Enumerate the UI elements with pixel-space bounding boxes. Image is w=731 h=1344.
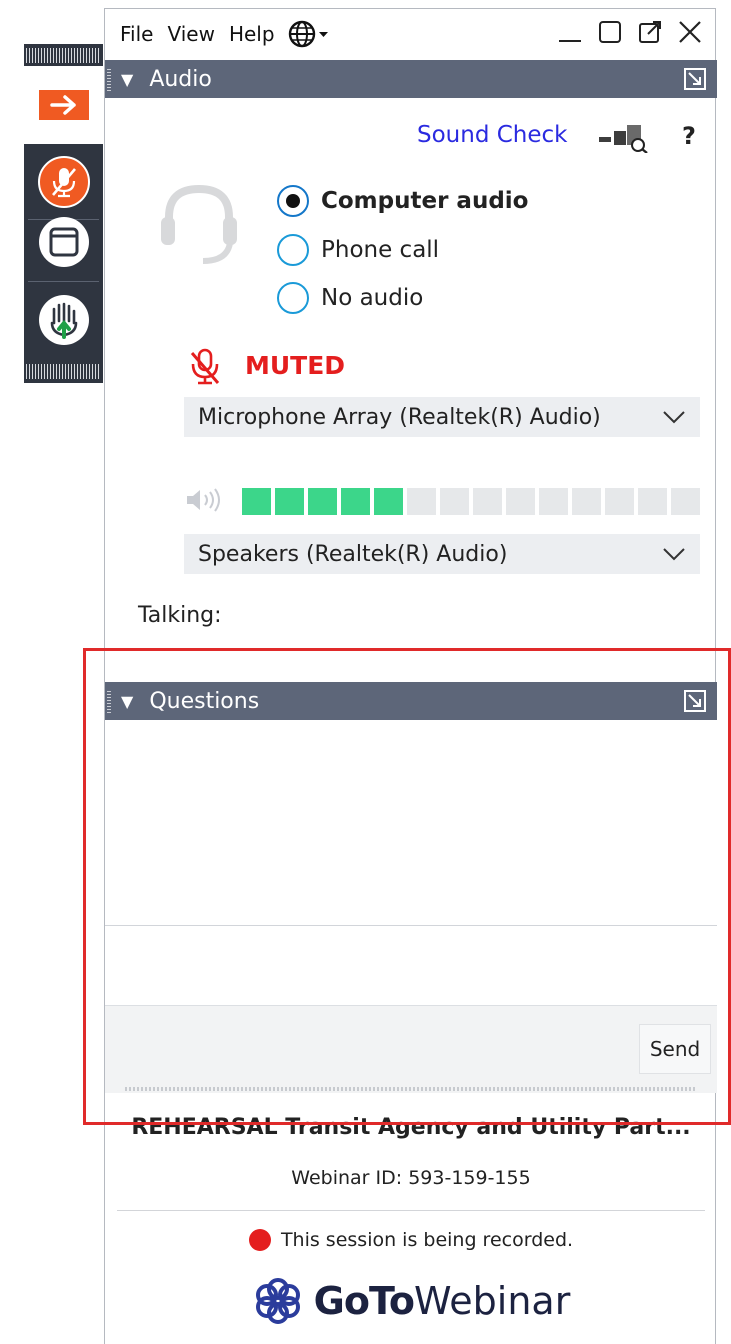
globe-icon (288, 20, 328, 48)
recording-notice-text: This session is being recorded. (280, 1229, 574, 1251)
audio-settings-icon[interactable] (597, 123, 653, 153)
meter-bar (638, 488, 667, 515)
computer-audio-label: Computer audio (321, 188, 529, 214)
speaker-volume-icon (187, 488, 220, 512)
screen-view-button[interactable] (24, 204, 103, 279)
meter-bar (572, 488, 601, 515)
help-icon[interactable]: ? (682, 122, 696, 150)
popout-panel-icon[interactable] (683, 67, 707, 91)
meter-bar (539, 488, 568, 515)
goto-flower-logo-icon (255, 1278, 300, 1324)
brand-webinar: Webinar (413, 1279, 571, 1323)
webinar-id: Webinar ID: 593-159-155 (291, 1167, 531, 1189)
recording-dot-icon (248, 1229, 271, 1251)
brand-goto: GoTo (313, 1279, 415, 1323)
audio-panel-title: Audio (149, 66, 212, 92)
radio-button[interactable] (277, 234, 309, 266)
strip-grip-bottom[interactable] (26, 364, 101, 379)
menu-bar: File View Help (105, 9, 715, 59)
close-icon[interactable] (677, 19, 703, 45)
microphone-select[interactable]: Microphone Array (Realtek(R) Audio) (184, 397, 700, 437)
popout-icon[interactable] (637, 19, 663, 45)
control-panel-strip (24, 44, 103, 383)
meter-bar (506, 488, 535, 515)
meter-bar-active (275, 488, 304, 515)
sound-check-link[interactable]: Sound Check (417, 122, 568, 148)
computer-audio-option[interactable]: Computer audio (277, 185, 528, 217)
highlight-box (83, 648, 731, 1125)
no-audio-label: No audio (321, 285, 424, 311)
strip-grip-top[interactable] (26, 48, 101, 63)
chevron-down-icon (663, 411, 685, 424)
phone-call-option[interactable]: Phone call (277, 234, 439, 266)
meter-bar (671, 488, 700, 515)
meter-bar-active (308, 488, 337, 515)
language-menu-button[interactable] (288, 20, 336, 48)
meter-bar (473, 488, 502, 515)
talking-label: Talking: (138, 603, 222, 628)
meter-bar (440, 488, 469, 515)
radio-button[interactable] (277, 282, 309, 314)
speakers-select[interactable]: Speakers (Realtek(R) Audio) (184, 534, 700, 574)
chevron-down-icon (663, 548, 685, 561)
radio-button-selected[interactable] (277, 185, 309, 217)
speakers-select-value: Speakers (Realtek(R) Audio) (198, 541, 508, 567)
meter-bar (605, 488, 634, 515)
footer-divider (117, 1210, 705, 1211)
menu-file[interactable]: File (113, 22, 160, 46)
raise-hand-icon (38, 294, 89, 345)
arrow-right-icon (38, 90, 89, 120)
menu-view[interactable]: View (160, 22, 221, 46)
drag-handle[interactable] (107, 67, 111, 91)
microphone-select-value: Microphone Array (Realtek(R) Audio) (198, 404, 601, 430)
meter-bar-active (374, 488, 403, 515)
muted-label: MUTED (245, 351, 346, 380)
raise-hand-button[interactable] (24, 282, 103, 357)
maximize-icon[interactable] (597, 19, 623, 45)
minimize-icon[interactable] (557, 19, 583, 45)
muted-microphone-icon (37, 155, 90, 208)
gotowebinar-logo: GoTo Webinar (105, 1275, 717, 1327)
headset-icon (161, 184, 237, 264)
recording-notice: This session is being recorded. (105, 1229, 717, 1251)
meter-bar-active (341, 488, 370, 515)
muted-mic-icon (190, 348, 220, 385)
menu-help[interactable]: Help (222, 22, 282, 46)
meter-bar-active (242, 488, 271, 515)
collapse-triangle-icon[interactable]: ▼ (121, 70, 133, 89)
no-audio-option[interactable]: No audio (277, 282, 423, 314)
audio-panel-header[interactable]: ▼ Audio (105, 60, 717, 98)
speaker-level-meter (242, 488, 704, 515)
window-controls (557, 19, 703, 45)
window-icon (38, 216, 89, 267)
phone-call-label: Phone call (321, 237, 440, 263)
meter-bar (407, 488, 436, 515)
collapse-panel-button[interactable] (24, 66, 103, 144)
